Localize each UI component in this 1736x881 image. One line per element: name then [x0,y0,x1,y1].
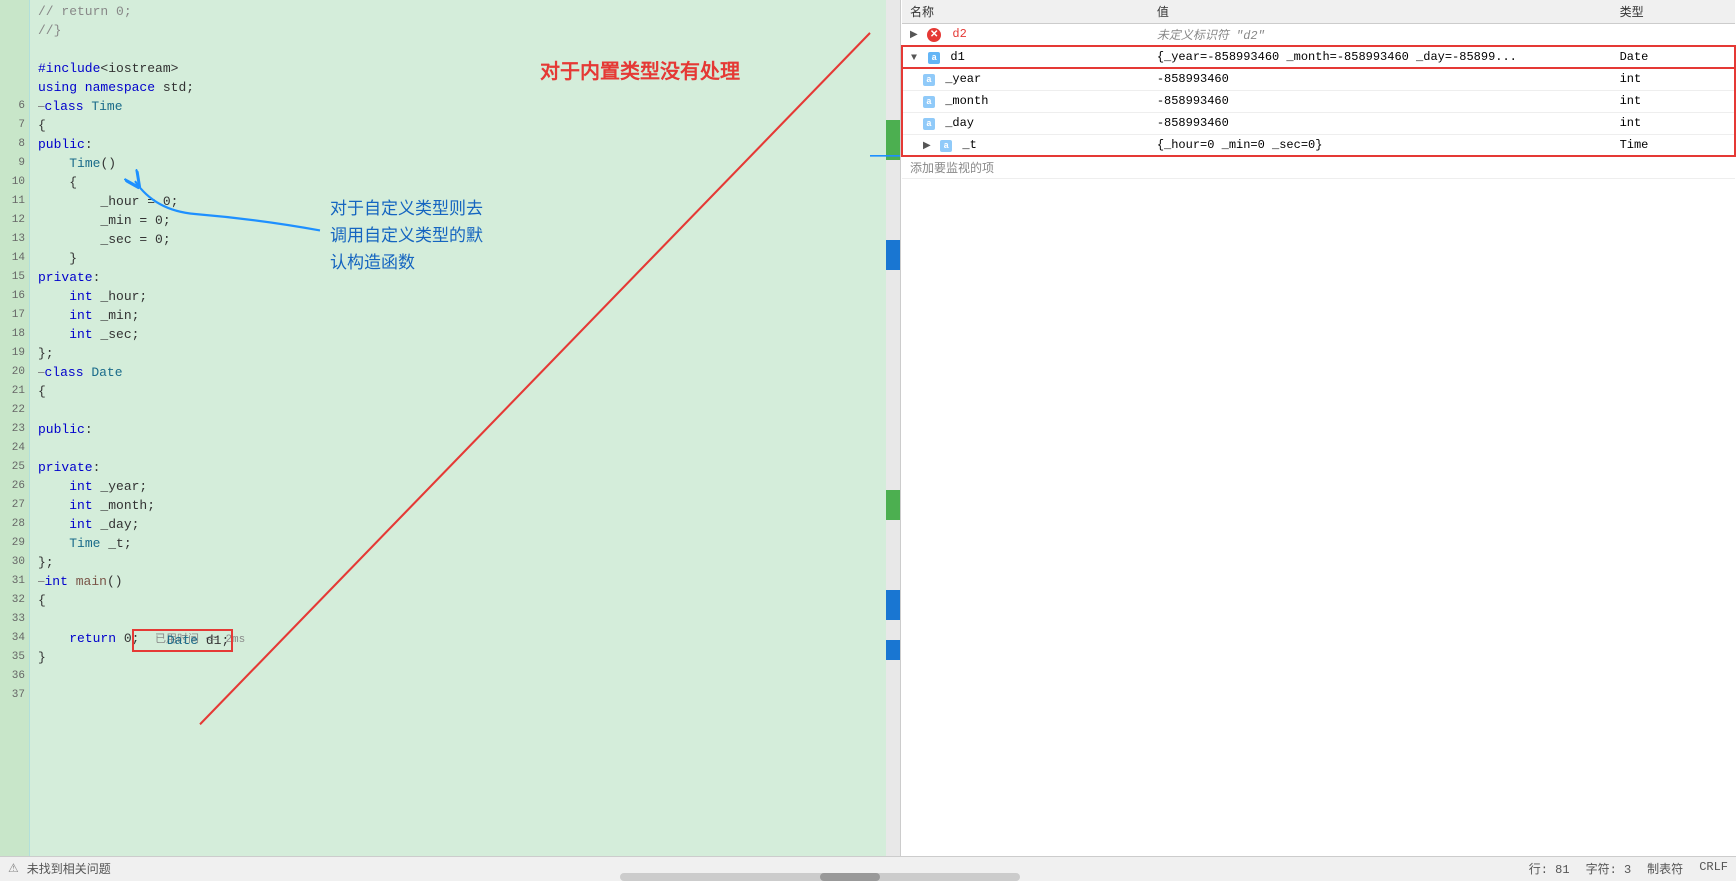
table-header: 名称 值 类型 [902,0,1735,24]
code-line: Time() [38,154,878,173]
add-watch-label[interactable]: 添加要监视的项 [902,156,1735,179]
status-bar: ⚠ 未找到相关问题 行: 81 字符: 3 制表符 CRLF [0,856,1736,880]
code-line: //} [38,21,878,40]
code-line: }; [38,344,878,363]
var-type: int [1612,112,1735,134]
code-line [38,401,878,420]
code-line: } [38,249,878,268]
line-ending-indicator: CRLF [1699,860,1728,877]
code-line: int _hour; [38,287,878,306]
var-value: -858993460 [1149,112,1612,134]
var-name: ▶ ✕ d2 [902,24,1149,47]
code-line: int _sec; [38,325,878,344]
code-line: Date d1; [38,610,878,629]
var-name-text: d2 [952,27,966,41]
code-line: int _day; [38,515,878,534]
var-type: Date [1612,46,1735,68]
debug-panel: 名称 值 类型 ▶ ✕ d2 [900,0,1736,856]
table-row: ▶ ✕ d2 未定义标识符 "d2" [902,24,1735,47]
table-row: a _day -858993460 int [902,112,1735,134]
var-type [1612,24,1735,47]
watch-table: 名称 值 类型 ▶ ✕ d2 [901,0,1736,179]
var-name: ▶ a _t [902,134,1149,156]
col-indicator: 字符: 3 [1586,860,1632,877]
var-type: int [1612,68,1735,90]
code-area: 6 7 8 9 10 11 12 13 14 15 16 17 18 19 20… [0,0,886,856]
status-icon: ⚠ [8,861,19,876]
table-row: a _year -858993460 int [902,68,1735,90]
code-line: private: [38,268,878,287]
var-icon: a [923,74,935,86]
code-line: _min = 0; [38,211,878,230]
line-numbers: 6 7 8 9 10 11 12 13 14 15 16 17 18 19 20… [0,0,30,856]
table-row: a _month -858993460 int [902,90,1735,112]
code-line: // return 0; [38,2,878,21]
main-container: 6 7 8 9 10 11 12 13 14 15 16 17 18 19 20… [0,0,1736,856]
var-name-text: _day [945,116,974,130]
col-value: 值 [1149,0,1612,24]
code-line: private: [38,458,878,477]
code-line: }; [38,553,878,572]
code-line: { [38,591,878,610]
code-line: { [38,173,878,192]
code-panel: 6 7 8 9 10 11 12 13 14 15 16 17 18 19 20… [0,0,900,856]
var-type: Time [1612,134,1735,156]
code-line: Time _t; [38,534,878,553]
code-line: using namespace std; [38,78,878,97]
code-line: _hour = 0; [38,192,878,211]
code-scrollbar[interactable] [886,0,900,856]
var-name-text: _t [962,138,976,152]
var-value: 未定义标识符 "d2" [1149,24,1612,47]
code-line: #include<iostream> [38,59,878,78]
code-line [38,40,878,59]
var-name: a _year [902,68,1149,90]
scrollbar-thumb [820,873,880,881]
code-line: public: [38,420,878,439]
var-type: int [1612,90,1735,112]
var-value: -858993460 [1149,68,1612,90]
code-content: // return 0; //} #include<iostream> usin… [30,0,886,856]
var-name-text: d1 [950,50,964,64]
var-value: -858993460 [1149,90,1612,112]
code-line: ⎯class Time [38,97,878,116]
code-line: ⎯class Date [38,363,878,382]
code-line [38,439,878,458]
var-value: {_hour=0 _min=0 _sec=0} [1149,134,1612,156]
encoding-indicator: 制表符 [1647,860,1683,877]
code-line: int _month; [38,496,878,515]
var-name: ▼ a d1 [902,46,1149,68]
var-icon: a [928,52,940,64]
col-type: 类型 [1612,0,1735,24]
var-name-text: _month [945,94,988,108]
code-line: { [38,116,878,135]
var-icon: a [923,118,935,130]
add-watch-row[interactable]: 添加要监视的项 [902,156,1735,179]
table-row: ▼ a d1 {_year=-858993460 _month=-8589934… [902,46,1735,68]
error-icon: ✕ [927,28,941,42]
var-name-text: _year [945,72,981,86]
code-line: _sec = 0; [38,230,878,249]
var-name: a _month [902,90,1149,112]
row-indicator: 行: 81 [1529,860,1570,877]
var-icon: a [940,140,952,152]
code-line: ⎯int main() [38,572,878,591]
scrollbar-h[interactable] [620,873,1020,881]
problems-text: 未找到相关问题 [27,860,111,877]
table-row: ▶ a _t {_hour=0 _min=0 _sec=0} Time [902,134,1735,156]
code-line: { [38,382,878,401]
code-line: int _min; [38,306,878,325]
var-icon: a [923,96,935,108]
code-line: public: [38,135,878,154]
var-name: a _day [902,112,1149,134]
code-line: int _year; [38,477,878,496]
col-name: 名称 [902,0,1149,24]
var-value: {_year=-858993460 _month=-858993460 _day… [1149,46,1612,68]
